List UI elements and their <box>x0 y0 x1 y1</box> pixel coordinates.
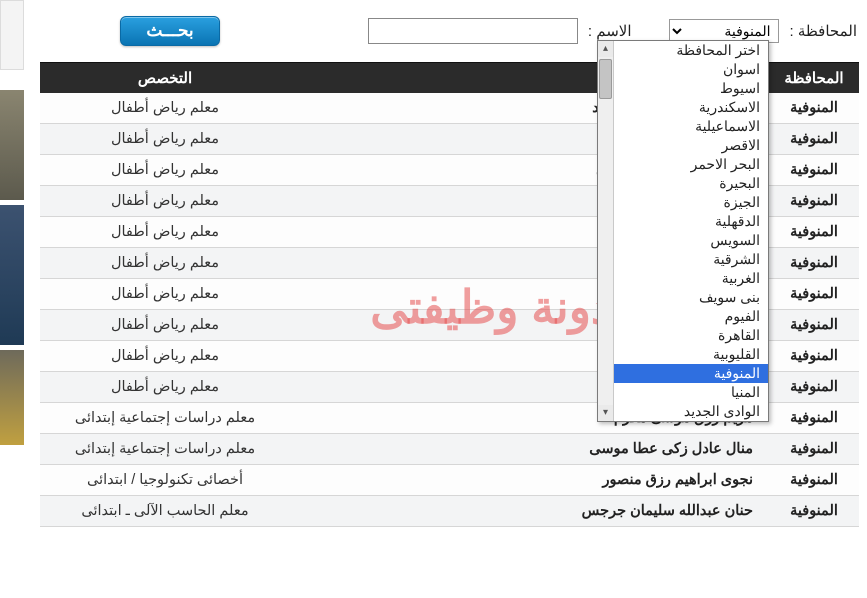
col-header-governorate: المحافظة <box>769 63 859 94</box>
cell-governorate: المنوفية <box>769 310 859 341</box>
left-decorative-strip <box>0 0 34 598</box>
cell-specialty: معلم دراسات إجتماعية إبتدائى <box>40 434 290 465</box>
cell-governorate: المنوفية <box>769 93 859 124</box>
cell-specialty: معلم رياض أطفال <box>40 248 290 279</box>
dropdown-option[interactable]: المنيا <box>598 383 768 402</box>
dropdown-option[interactable]: البحيرة <box>598 174 768 193</box>
dropdown-option[interactable]: القاهرة <box>598 326 768 345</box>
dropdown-option[interactable]: الفيوم <box>598 307 768 326</box>
cell-specialty: معلم رياض أطفال <box>40 155 290 186</box>
scroll-thumb[interactable] <box>599 59 612 99</box>
cell-governorate: المنوفية <box>769 372 859 403</box>
dropdown-option[interactable]: الدقهلية <box>598 212 768 231</box>
cell-name: منال عادل زكى عطا موسى <box>290 434 769 465</box>
cell-governorate: المنوفية <box>769 248 859 279</box>
dropdown-option[interactable]: المنوفية <box>598 364 768 383</box>
cell-governorate: المنوفية <box>769 496 859 527</box>
cell-governorate: المنوفية <box>769 186 859 217</box>
dropdown-option[interactable]: بنى سويف <box>598 288 768 307</box>
dropdown-option[interactable]: القليوبية <box>598 345 768 364</box>
cell-specialty: معلم رياض أطفال <box>40 341 290 372</box>
scroll-up-arrow-icon[interactable]: ▴ <box>598 41 613 57</box>
cell-specialty: معلم رياض أطفال <box>40 217 290 248</box>
dropdown-option[interactable]: الغربية <box>598 269 768 288</box>
cell-specialty: معلم دراسات إجتماعية إبتدائى <box>40 403 290 434</box>
cell-governorate: المنوفية <box>769 403 859 434</box>
dropdown-option[interactable]: الوادى الجديد <box>598 402 768 421</box>
name-input[interactable] <box>368 18 578 44</box>
search-button[interactable]: بحـــث <box>120 16 220 46</box>
cell-governorate: المنوفية <box>769 341 859 372</box>
cell-specialty: معلم رياض أطفال <box>40 93 290 124</box>
cell-governorate: المنوفية <box>769 155 859 186</box>
table-row: المنوفيةحنان عبدالله سليمان جرجسمعلم الح… <box>40 496 859 527</box>
cell-name: نجوى ابراهيم رزق منصور <box>290 465 769 496</box>
dropdown-option[interactable]: اسوان <box>598 60 768 79</box>
cell-governorate: المنوفية <box>769 124 859 155</box>
cell-specialty: معلم رياض أطفال <box>40 279 290 310</box>
cell-governorate: المنوفية <box>769 434 859 465</box>
dropdown-option[interactable]: الجيزة <box>598 193 768 212</box>
cell-governorate: المنوفية <box>769 279 859 310</box>
table-row: المنوفيةنجوى ابراهيم رزق منصورأخصائى تكن… <box>40 465 859 496</box>
dropdown-scrollbar[interactable]: ▴ ▾ <box>598 41 614 421</box>
cell-governorate: المنوفية <box>769 465 859 496</box>
cell-specialty: أخصائى تكنولوجيا / ابتدائى <box>40 465 290 496</box>
scroll-down-arrow-icon[interactable]: ▾ <box>598 405 613 421</box>
governorate-label: المحافظة : <box>789 22 857 40</box>
dropdown-option[interactable]: الشرقية <box>598 250 768 269</box>
dropdown-option[interactable]: البحر الاحمر <box>598 155 768 174</box>
cell-name: حنان عبدالله سليمان جرجس <box>290 496 769 527</box>
cell-specialty: معلم الحاسب الآلى ـ ابتدائى <box>40 496 290 527</box>
cell-specialty: معلم رياض أطفال <box>40 124 290 155</box>
governorate-dropdown-list[interactable]: ▴ ▾ اختر المحافظةاسواناسيوطالاسكندريةالا… <box>597 40 769 422</box>
cell-governorate: المنوفية <box>769 217 859 248</box>
cell-specialty: معلم رياض أطفال <box>40 310 290 341</box>
dropdown-option[interactable]: الاسماعيلية <box>598 117 768 136</box>
table-row: المنوفيةمنال عادل زكى عطا موسىمعلم دراسا… <box>40 434 859 465</box>
dropdown-option[interactable]: الاسكندرية <box>598 98 768 117</box>
col-header-specialty: التخصص <box>40 63 290 94</box>
cell-specialty: معلم رياض أطفال <box>40 186 290 217</box>
name-label: الاسم : <box>588 22 632 40</box>
cell-specialty: معلم رياض أطفال <box>40 372 290 403</box>
dropdown-option[interactable]: اختر المحافظة <box>598 41 768 60</box>
dropdown-option[interactable]: السويس <box>598 231 768 250</box>
dropdown-option[interactable]: الاقصر <box>598 136 768 155</box>
dropdown-option[interactable]: اسيوط <box>598 79 768 98</box>
